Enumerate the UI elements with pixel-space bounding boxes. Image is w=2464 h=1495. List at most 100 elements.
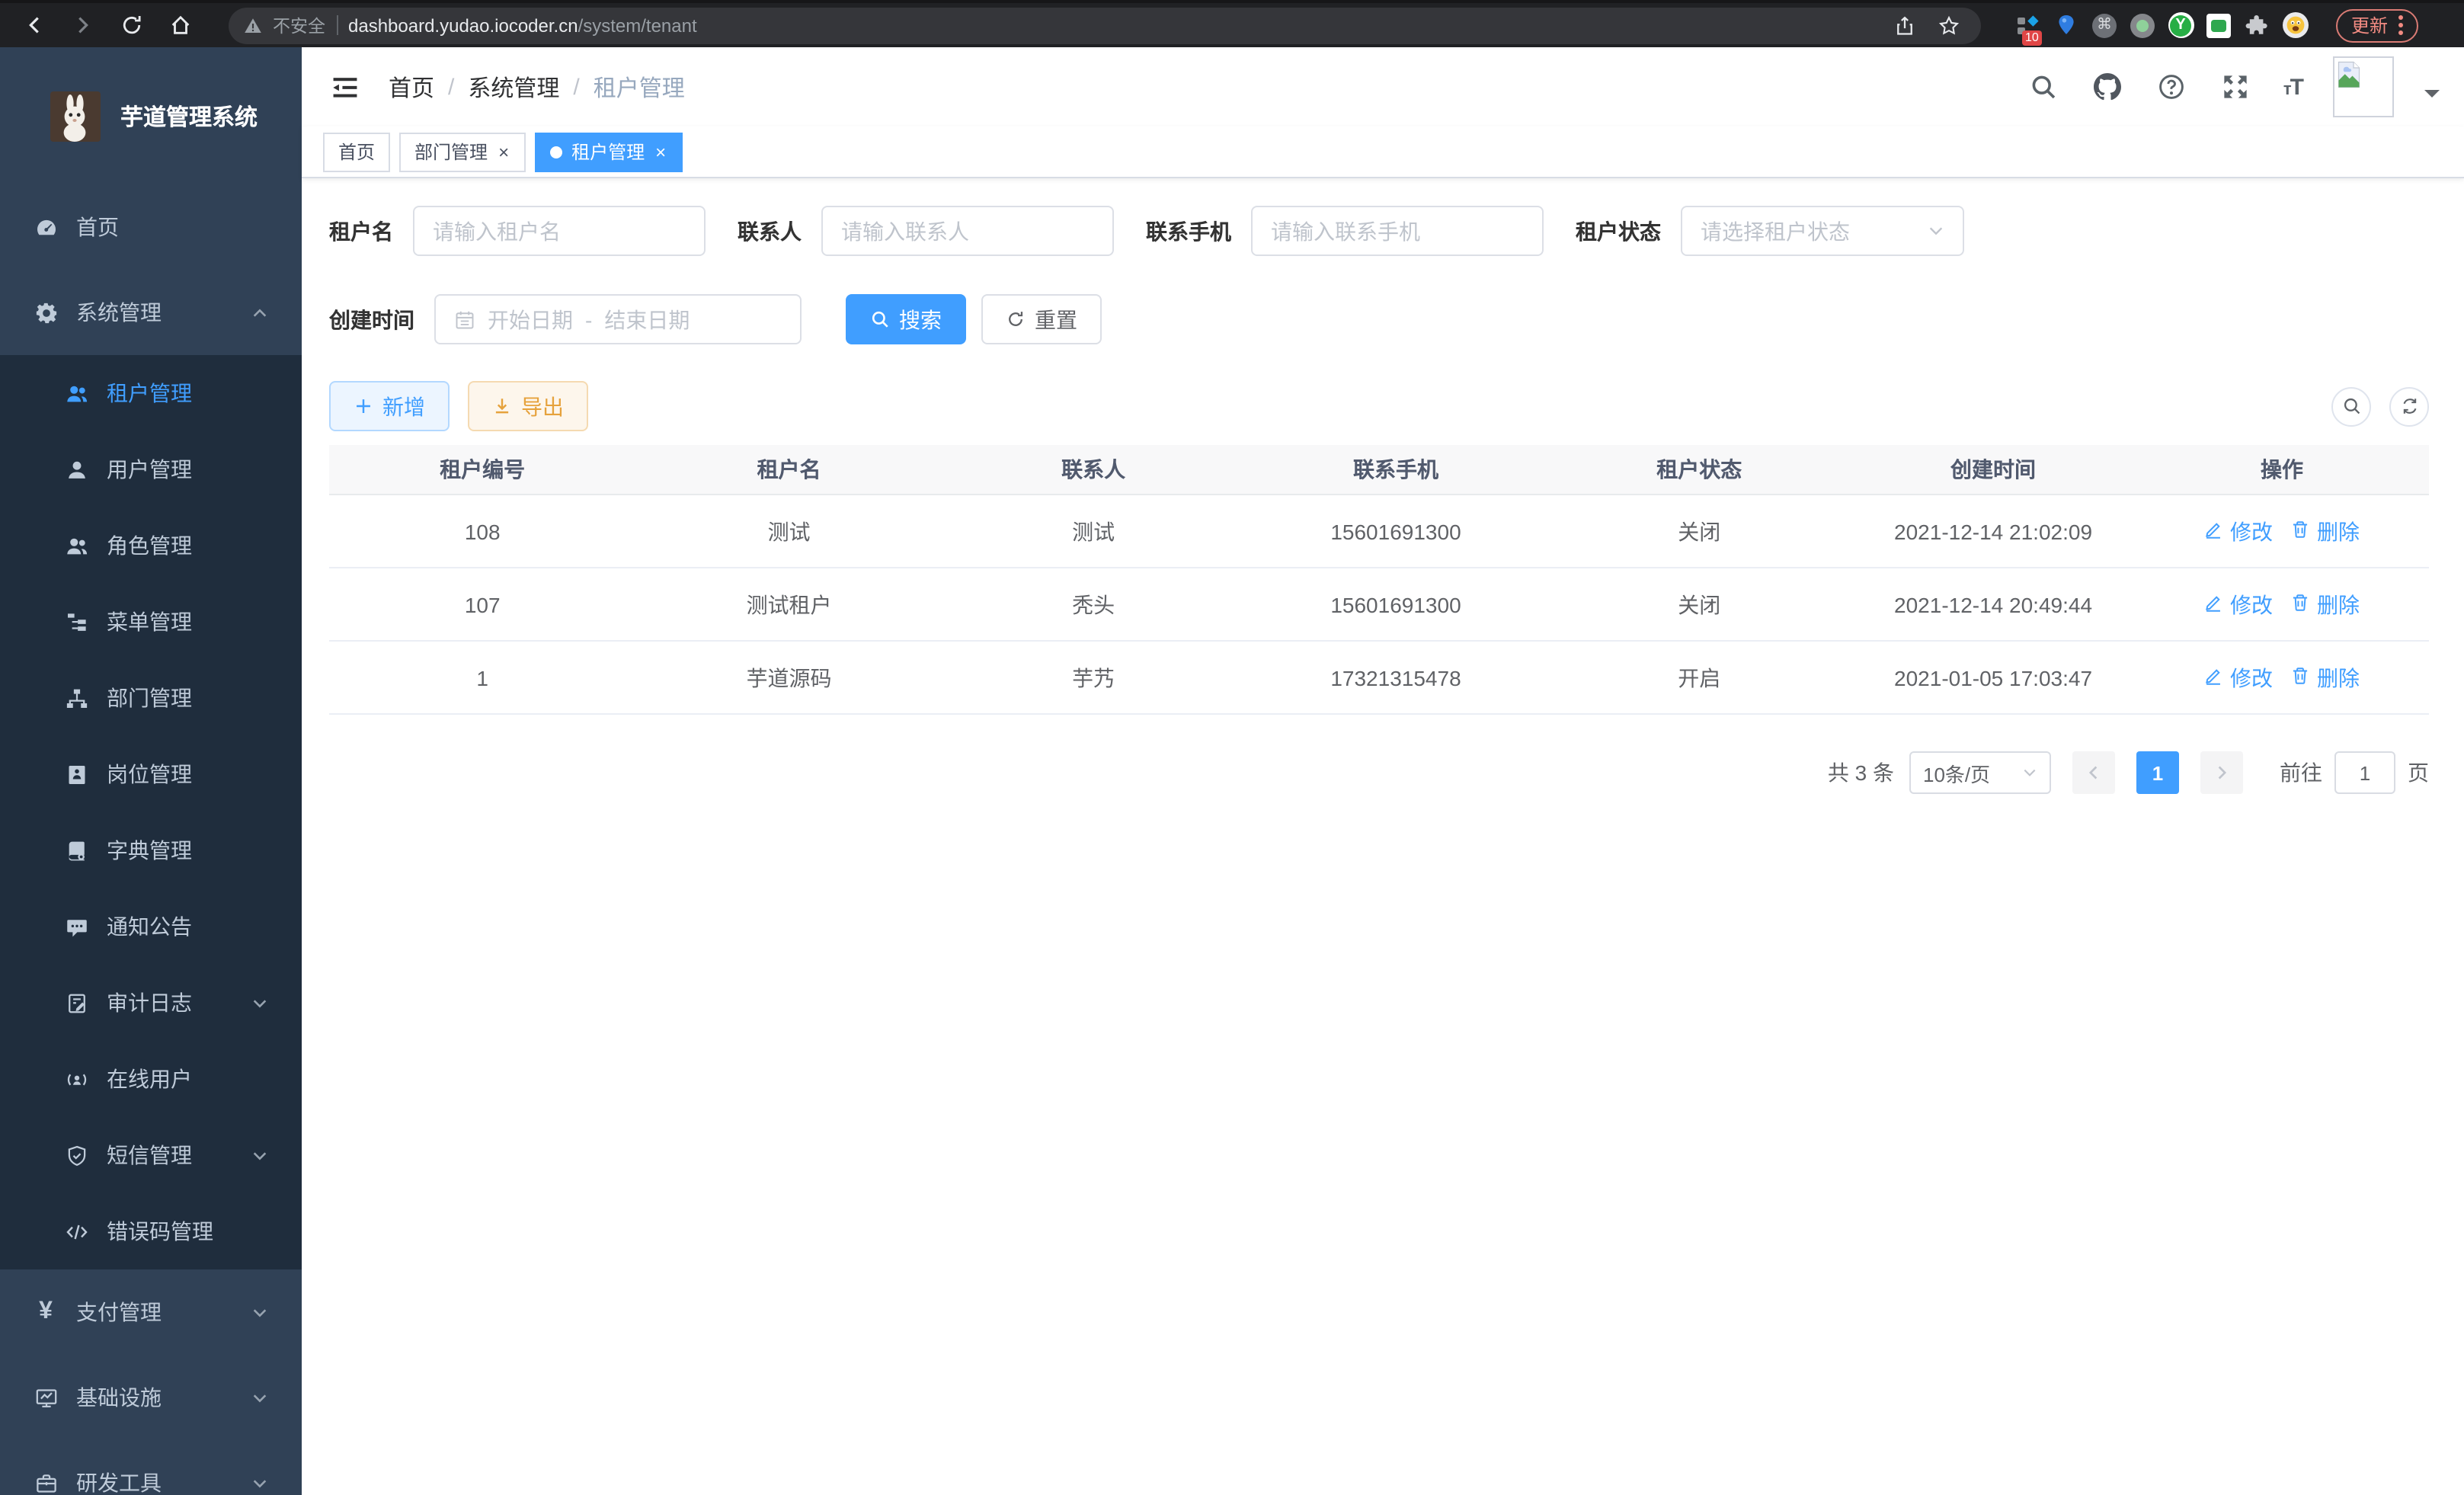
security-label[interactable]: 不安全 [273,13,325,37]
column-header: 联系人 [942,454,1245,485]
tab-tenant-management[interactable]: 租户管理× [535,132,683,171]
sidebar-item-infrastructure[interactable]: 基础设施 [0,1355,302,1440]
tab-dept-management[interactable]: 部门管理× [399,132,526,171]
close-tab-icon[interactable]: × [497,142,510,161]
extensions-puzzle-icon[interactable] [2243,11,2270,39]
extension-y-icon[interactable]: Y [2167,11,2194,39]
create-time-label: 创建时间 [329,304,414,335]
sidebar-item-dict-management[interactable]: 字典管理 [0,812,302,888]
sidebar-logo[interactable]: 芋道管理系统 [0,47,302,184]
sidebar: 芋道管理系统 首页系统管理租户管理用户管理角色管理菜单管理部门管理岗位管理字典管… [0,47,302,1495]
pagination: 共 3 条 10条/页 1 前往 页 [329,751,2429,794]
help-icon[interactable] [2155,70,2189,104]
cell-name: 测试 [635,516,942,546]
close-tab-icon[interactable]: × [654,142,667,161]
chevron-down-icon [251,994,268,1011]
share-icon[interactable] [1888,8,1922,42]
sidebar-item-tenant-management[interactable]: 租户管理 [0,355,302,431]
sidebar-item-role-management[interactable]: 角色管理 [0,507,302,584]
user-avatar[interactable] [2333,56,2394,117]
browser-back-icon[interactable] [15,7,52,43]
show-search-toggle-button[interactable] [2331,386,2371,426]
sidebar-item-notice[interactable]: 通知公告 [0,888,302,965]
sidebar-item-user-management[interactable]: 用户管理 [0,431,302,507]
breadcrumb-system[interactable]: 系统管理 [468,71,559,103]
bookmark-star-icon[interactable] [1932,8,1966,42]
browser-menu-icon[interactable] [2398,15,2403,35]
browser-home-icon[interactable] [162,7,198,43]
extension-badge: 10 [2022,30,2042,45]
mobile-input[interactable]: 请输入联系手机 [1251,206,1544,256]
user-icon [64,457,88,482]
tenant-name-input[interactable]: 请输入租户名 [413,206,706,256]
page-unit-label: 页 [2408,757,2429,788]
sidebar-item-pay-management[interactable]: ¥支付管理 [0,1269,302,1355]
edit-row-link[interactable]: 修改 [2204,662,2273,693]
extension-balloon-icon[interactable] [2053,11,2080,39]
dict-book-icon [64,838,88,863]
refresh-table-button[interactable] [2389,386,2429,426]
page-number-button[interactable]: 1 [2136,751,2179,794]
extension-chat-icon[interactable] [2205,11,2232,39]
prev-page-button[interactable] [2072,751,2115,794]
search-button[interactable]: 搜索 [846,294,966,344]
reset-button[interactable]: 重置 [981,294,1102,344]
rabbit-logo-icon [50,91,101,141]
contact-input[interactable]: 请输入联系人 [821,206,1114,256]
dashboard-icon [34,215,58,239]
security-warning-icon[interactable] [244,16,262,34]
next-page-button[interactable] [2200,751,2243,794]
delete-icon [2291,519,2311,543]
cell-contact: 秃头 [942,589,1245,619]
sidebar-item-audit-log[interactable]: 审计日志 [0,965,302,1041]
export-button[interactable]: 导出 [468,381,588,431]
sidebar-item-menu-management[interactable]: 菜单管理 [0,584,302,660]
header-search-icon[interactable] [2027,70,2061,104]
tab-home[interactable]: 首页 [323,132,390,171]
font-size-icon[interactable]: тT [2283,74,2302,100]
sidebar-item-sms-management[interactable]: 短信管理 [0,1117,302,1193]
extension-command-icon[interactable]: ⌘ [2091,11,2118,39]
browser-reload-icon[interactable] [113,7,149,43]
profile-avatar-icon[interactable] [2281,11,2309,39]
cell-name: 测试租户 [635,589,942,619]
sidebar-item-dept-management[interactable]: 部门管理 [0,660,302,736]
extension-record-icon[interactable] [2129,11,2156,39]
browser-forward-icon[interactable] [64,7,101,43]
add-button[interactable]: 新增 [329,381,450,431]
sidebar-fold-icon[interactable] [328,70,361,104]
sidebar-item-online-users[interactable]: 在线用户 [0,1041,302,1117]
fullscreen-icon[interactable] [2219,70,2253,104]
chevron-down-icon [251,1304,268,1321]
edit-row-link[interactable]: 修改 [2204,516,2273,546]
code-icon [64,1219,88,1244]
extension-grid-icon[interactable]: 10 [2014,11,2042,39]
cell-status: 关闭 [1547,589,1851,619]
edit-icon [2204,519,2224,543]
create-time-range-picker[interactable]: 开始日期 - 结束日期 [434,294,802,344]
sidebar-item-post-management[interactable]: 岗位管理 [0,736,302,812]
page-size-select[interactable]: 10条/页 [1909,751,2051,794]
browser-update-button[interactable]: 更新 [2336,8,2418,42]
delete-row-link[interactable]: 删除 [2291,589,2360,619]
status-select[interactable]: 请选择租户状态 [1681,206,1964,256]
delete-row-link[interactable]: 删除 [2291,662,2360,693]
plus-icon [354,396,373,416]
sidebar-item-home[interactable]: 首页 [0,184,302,270]
address-bar[interactable]: 不安全 dashboard.yudao.iocoder.cn/system/te… [229,7,1981,43]
edit-row-link[interactable]: 修改 [2204,589,2273,619]
sidebar-item-error-code-management[interactable]: 错误码管理 [0,1193,302,1269]
chevron-down-icon [1928,222,1944,239]
active-tab-dot [550,146,562,158]
url-text[interactable]: dashboard.yudao.iocoder.cn/system/tenant [348,14,1877,36]
broken-image-icon [2338,61,2360,88]
sidebar-item-dev-tools[interactable]: 研发工具 [0,1440,302,1495]
edit-label: 修改 [2230,662,2273,693]
breadcrumb-home[interactable]: 首页 [389,71,434,103]
sidebar-item-system-management[interactable]: 系统管理 [0,270,302,355]
goto-page-input[interactable] [2334,751,2395,794]
sidebar-item-label: 岗位管理 [107,759,192,789]
avatar-dropdown-caret-icon[interactable] [2424,90,2440,105]
delete-row-link[interactable]: 删除 [2291,516,2360,546]
github-icon[interactable] [2091,70,2125,104]
